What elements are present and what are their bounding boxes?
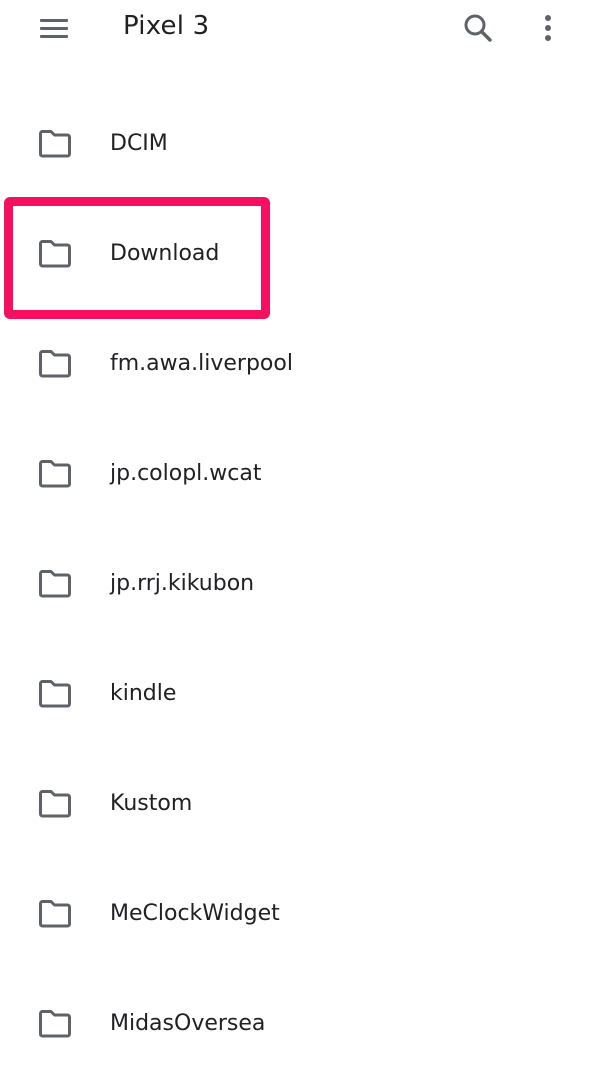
- folder-label: fm.awa.liverpool: [110, 351, 293, 376]
- page-title: Pixel 3: [123, 11, 210, 41]
- folder-item-fm-awa-liverpool[interactable]: fm.awa.liverpool: [0, 309, 600, 419]
- more-options-button[interactable]: [530, 8, 566, 48]
- folder-item-kustom[interactable]: Kustom: [0, 749, 600, 859]
- app-bar: Pixel 3: [0, 0, 600, 60]
- folder-item-download[interactable]: Download: [0, 199, 600, 309]
- menu-icon: [40, 18, 68, 38]
- folder-list: DCIM Download fm.awa.liverpool jp.colopl…: [0, 89, 600, 1079]
- folder-item-jp-rrj-kikubon[interactable]: jp.rrj.kikubon: [0, 529, 600, 639]
- folder-icon: [39, 1010, 71, 1038]
- folder-item-meclockwidget[interactable]: MeClockWidget: [0, 859, 600, 969]
- folder-label: kindle: [110, 681, 177, 706]
- folder-icon: [39, 460, 71, 488]
- folder-icon: [39, 790, 71, 818]
- folder-label: MidasOversea: [110, 1011, 266, 1036]
- folder-item-kindle[interactable]: kindle: [0, 639, 600, 749]
- folder-label: Download: [110, 241, 220, 266]
- folder-icon: [39, 350, 71, 378]
- folder-label: MeClockWidget: [110, 901, 280, 926]
- more-vert-icon: [545, 15, 551, 41]
- folder-icon: [39, 900, 71, 928]
- folder-label: DCIM: [110, 131, 168, 156]
- search-button[interactable]: [456, 8, 500, 48]
- folder-icon: [39, 240, 71, 268]
- folder-item-jp-colopl-wcat[interactable]: jp.colopl.wcat: [0, 419, 600, 529]
- folder-label: jp.rrj.kikubon: [110, 571, 255, 596]
- folder-label: Kustom: [110, 791, 193, 816]
- folder-icon: [39, 680, 71, 708]
- folder-icon: [39, 570, 71, 598]
- folder-label: jp.colopl.wcat: [110, 461, 262, 486]
- search-icon: [464, 14, 492, 42]
- folder-icon: [39, 130, 71, 158]
- folder-item-dcim[interactable]: DCIM: [0, 89, 600, 199]
- menu-button[interactable]: [26, 8, 82, 48]
